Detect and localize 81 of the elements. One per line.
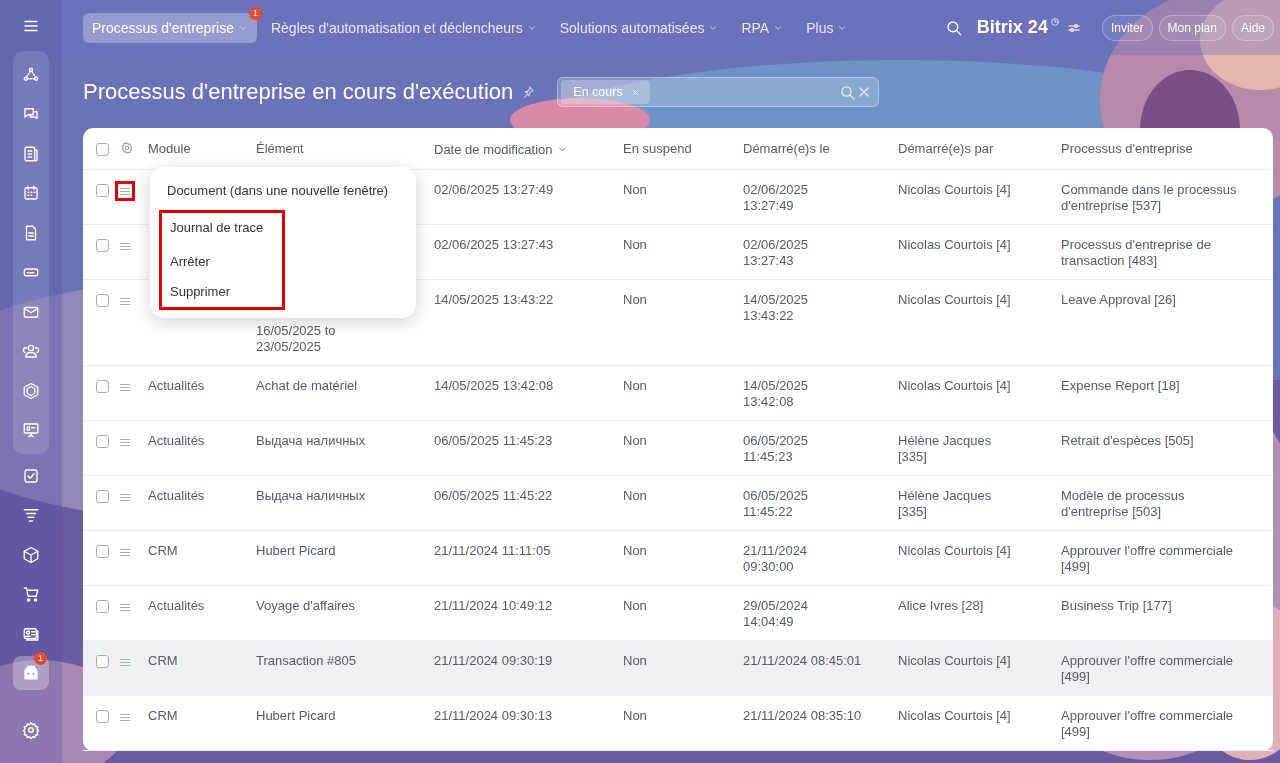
table-cell-text: CRM [148,652,179,670]
menu-item[interactable]: Document (dans une nouvelle fenêtre) [159,176,416,206]
table-cell-text: Expense Report [18] [1061,377,1181,395]
table-cell-text: Actualités [148,432,206,450]
table-cell-text: Processus d'entreprise de transaction [483] [1061,236,1212,270]
table-cell-text: Non [623,487,648,505]
table-cell-text: 21/11/2024 08:45:01 [743,652,863,670]
menu-item[interactable]: Journal de trace [162,213,282,243]
nav-tab[interactable]: Règles d'automatisation et déclencheurs [261,12,546,43]
menu-item[interactable]: Supprimer [162,277,282,307]
table-cell-text: 14/05/2025 13:43:22 [743,291,810,325]
table-cell-text: 14/05/2025 13:42:08 [434,377,555,395]
table-cell-text: Approuver l'offre commerciale [499] [1061,707,1235,741]
table-cell-text: 06/05/2025 11:45:22 [743,487,810,521]
nav-tab[interactable]: Plus [797,12,857,43]
table-cell-text: 06/05/2025 11:45:22 [434,487,554,505]
table-cell-text: Achat de matériel [256,377,359,395]
table-cell-text: Non [623,652,648,670]
table-cell-text: Business Trip [177] [1061,597,1173,615]
table-cell-text: Actualités [148,597,206,615]
table-cell-text: Non [623,181,648,199]
table-cell-text: Modèle de processus d'entreprise [503] [1061,487,1186,521]
table-cell-text: Non [623,597,648,615]
table-cell-text: Nicolas Courtois [4] [898,707,1012,725]
table-cell-text: 21/11/2024 09:30:13 [434,707,554,725]
table-cell-text: 02/06/2025 13:27:49 [743,181,810,215]
table-cell-text: Hubert Picard [256,542,337,560]
page-title: Processus d'entreprise en cours d'exécution [83,79,514,105]
table-cell-text: Hélène Jacques [335] [898,432,993,466]
table-cell-text: CRM [148,542,179,560]
table-cell-text: Alice Ivres [28] [898,597,985,615]
table-cell-text: Approuver l'offre commerciale [499] [1061,542,1235,576]
table-cell-text: 02/06/2025 13:27:43 [434,236,555,254]
table-cell-text: Выдача наличных [256,432,367,450]
table-cell-text: Nicolas Courtois [4] [898,291,1012,309]
table-cell-text: 21/11/2024 09:30:00 [743,542,809,576]
nav-tab[interactable]: RPA [732,12,793,43]
table-cell-text: Voyage d'affaires [256,597,357,615]
column-header[interactable]: Processus d'entreprise [1061,128,1273,172]
table-cell-text: 02/06/2025 13:27:49 [434,181,555,199]
table-cell-text: Nicolas Courtois [4] [898,236,1012,254]
table-cell-text: Retrait d'espèces [505] [1061,432,1195,450]
table-cell-text: 21/11/2024 11:11:05 [434,542,552,560]
table-cell-text: Non [623,236,648,254]
table-cell-text: CRM [148,707,179,725]
table-cell-text: 16/05/2025 to 23/05/2025 [256,322,337,356]
table-cell-text: 06/05/2025 11:45:23 [434,432,554,450]
table-cell-text: Leave Approval [26] [1061,291,1177,309]
table-cell-text: Non [623,542,648,560]
table-cell-text: Approuver l'offre commerciale [499] [1061,652,1235,686]
table-cell-text: Nicolas Courtois [4] [898,181,1012,199]
table-cell-text: Non [623,377,648,395]
table-cell-text: Transaction #805 [256,652,357,670]
logo-text: Bitrix 24 [976,17,1048,38]
header-button[interactable]: Inviter [1101,14,1153,41]
table-cell-text: Nicolas Courtois [4] [898,652,1012,670]
column-header[interactable]: Date de modification [434,128,623,172]
table-cell-text: 21/11/2024 10:49:12 [434,597,554,615]
table-cell-text: 29/05/2024 14:04:49 [743,597,810,631]
table-cell-text: Non [623,291,648,309]
table-cell-text: 14/05/2025 13:43:22 [434,291,555,309]
table-cell-text: Hélène Jacques [335] [898,487,993,521]
column-header[interactable]: Démarré(e)s par [898,128,1061,172]
column-header[interactable]: En suspend [623,128,743,172]
table-cell-text: Commande dans le processus d'entreprise [537] [1061,181,1238,215]
table-cell-text: 21/11/2024 08:35:10 [743,707,863,725]
table-cell-text: Nicolas Courtois [4] [898,542,1012,560]
menu-item[interactable]: Arrêter [162,247,282,277]
column-header[interactable]: Démarré(e)s le [743,128,898,172]
nav-tab[interactable]: Solutions automatisées [550,12,728,43]
table-cell-text: Non [623,707,648,725]
table-cell-text: Hubert Picard [256,707,337,725]
table-cell-text: Actualités [148,487,206,505]
table-cell-text: Non [623,432,648,450]
table-cell-text: Выдача наличных [256,487,367,505]
table-cell-text: 21/11/2024 09:30:19 [434,652,554,670]
table-cell-text: 06/05/2025 11:45:23 [743,432,810,466]
table-cell-text: 14/05/2025 13:42:08 [743,377,810,411]
table-cell-text: Actualités [148,377,206,395]
table-cell-text: Nicolas Courtois [4] [898,377,1012,395]
table-cell-text: 02/06/2025 13:27:43 [743,236,810,270]
